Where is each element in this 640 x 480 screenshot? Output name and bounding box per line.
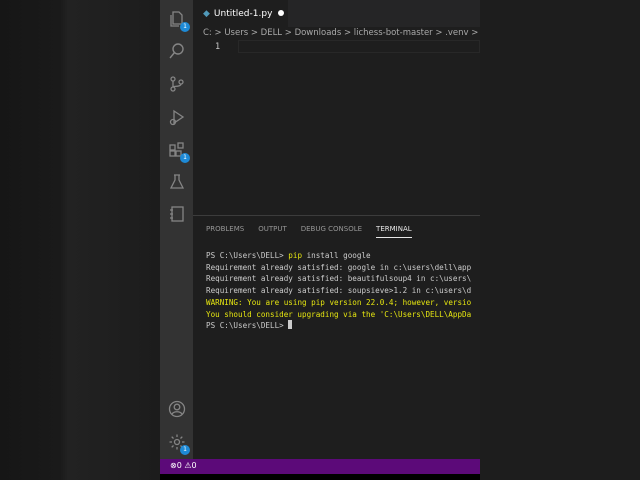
tab-untitled-1[interactable]: ◆ Untitled-1.py: [193, 0, 288, 27]
settings-badge: 1: [180, 445, 190, 455]
blurred-background-right: [480, 0, 640, 480]
blurred-background-left: [0, 0, 160, 480]
status-bar: ⊗0 ⚠0: [160, 459, 480, 474]
problems-status[interactable]: ⊗0 ⚠0: [170, 461, 197, 470]
python-file-icon: ◆: [203, 9, 210, 19]
settings-gear-icon[interactable]: 1: [168, 433, 190, 455]
line-number: 1: [215, 42, 221, 52]
tab-output[interactable]: OUTPUT: [258, 225, 287, 237]
run-debug-icon[interactable]: [168, 108, 186, 126]
error-count: 0: [176, 461, 182, 470]
extensions-badge: 1: [180, 153, 190, 163]
terminal-line: Requirement already satisfied: beautiful…: [206, 274, 472, 284]
current-line-highlight: [238, 40, 480, 53]
tab-label: Untitled-1.py: [213, 9, 273, 19]
terminal-line: Requirement already satisfied: google in…: [206, 262, 472, 272]
explorer-badge: 1: [180, 22, 190, 32]
tab-debug-console[interactable]: DEBUG CONSOLE: [301, 225, 362, 237]
breadcrumb[interactable]: C: > Users > DELL > Downloads > lichess-…: [203, 28, 480, 38]
unsaved-dot-icon[interactable]: [278, 10, 285, 16]
terminal-upgrade-hint: You should consider upgrading via the 'C…: [206, 309, 472, 319]
terminal-warning-label: WARNING: [206, 297, 239, 307]
terminal-prompt: PS C:\Users\DELL>: [206, 321, 289, 331]
explorer-icon[interactable]: 1: [168, 10, 190, 32]
tab-problems[interactable]: PROBLEMS: [206, 225, 244, 237]
terminal-line: Requirement already satisfied: soupsieve…: [206, 286, 472, 296]
warning-icon: ⚠: [184, 461, 192, 470]
tab-terminal[interactable]: TERMINAL: [376, 225, 412, 238]
activity-bar: 1 1 1: [160, 0, 193, 459]
vscode-window: 1 1 1 ◆ Untitled-1.py C: > Users > DELL >…: [160, 0, 480, 480]
terminal-command: pip: [288, 251, 303, 260]
extensions-icon[interactable]: 1: [168, 141, 190, 163]
search-icon[interactable]: [168, 42, 186, 60]
terminal-warning: : You are using pip version 22.0.4; howe…: [238, 297, 472, 307]
terminal-prompt: PS C:\Users\DELL>: [206, 251, 289, 260]
notebook-icon[interactable]: [168, 205, 186, 223]
account-icon[interactable]: [168, 400, 186, 418]
panel-tabs: PROBLEMS OUTPUT DEBUG CONSOLE TERMINAL: [206, 225, 426, 238]
bottom-panel: PROBLEMS OUTPUT DEBUG CONSOLE TERMINAL PS C…: [193, 215, 480, 459]
bottom-letterbox: [160, 474, 480, 480]
testing-flask-icon[interactable]: [168, 173, 186, 191]
terminal-args: install google: [302, 251, 371, 260]
editor-tab-bar: ◆ Untitled-1.py: [193, 0, 480, 27]
terminal-cursor: [288, 320, 293, 330]
terminal-output[interactable]: PS C:\Users\DELL> pip install google Req…: [206, 250, 471, 332]
error-icon: ⊗: [170, 461, 177, 470]
source-control-icon[interactable]: [168, 75, 186, 93]
warning-count: 0: [191, 461, 197, 470]
